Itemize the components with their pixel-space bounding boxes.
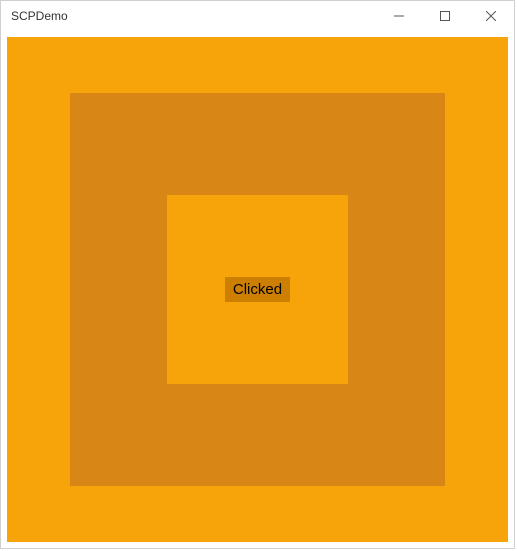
minimize-button[interactable] bbox=[376, 1, 422, 31]
close-button[interactable] bbox=[468, 1, 514, 31]
minimize-icon bbox=[394, 11, 404, 21]
middle-panel: Clicked bbox=[70, 93, 446, 487]
maximize-button[interactable] bbox=[422, 1, 468, 31]
titlebar: SCPDemo bbox=[1, 1, 514, 31]
outer-panel: Clicked bbox=[7, 37, 508, 542]
maximize-icon bbox=[440, 11, 450, 21]
window-controls bbox=[376, 1, 514, 31]
close-icon bbox=[486, 11, 496, 21]
app-window: SCPDemo Clicked bbox=[0, 0, 515, 549]
inner-panel: Clicked bbox=[167, 195, 347, 384]
window-title: SCPDemo bbox=[11, 9, 68, 23]
client-area: Clicked bbox=[1, 31, 514, 548]
clicked-button[interactable]: Clicked bbox=[225, 277, 290, 302]
